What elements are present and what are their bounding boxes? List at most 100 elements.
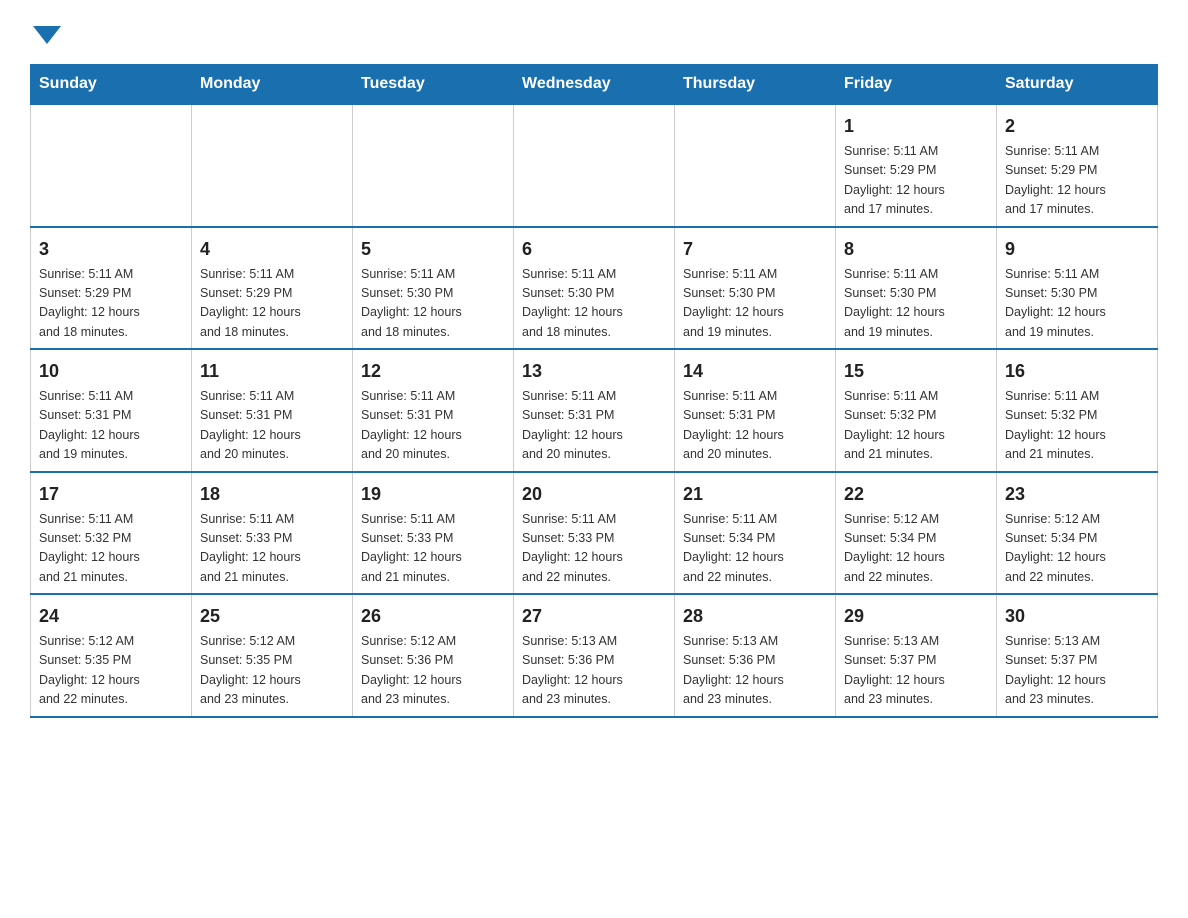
calendar-week-row: 1Sunrise: 5:11 AM Sunset: 5:29 PM Daylig… [31, 104, 1158, 227]
day-number: 26 [361, 603, 505, 630]
day-info: Sunrise: 5:11 AM Sunset: 5:31 PM Dayligh… [683, 387, 827, 465]
calendar-cell: 5Sunrise: 5:11 AM Sunset: 5:30 PM Daylig… [353, 227, 514, 350]
calendar-cell [353, 104, 514, 227]
day-info: Sunrise: 5:11 AM Sunset: 5:30 PM Dayligh… [522, 265, 666, 343]
day-info: Sunrise: 5:11 AM Sunset: 5:31 PM Dayligh… [200, 387, 344, 465]
day-number: 18 [200, 481, 344, 508]
day-info: Sunrise: 5:11 AM Sunset: 5:30 PM Dayligh… [844, 265, 988, 343]
day-number: 13 [522, 358, 666, 385]
day-number: 30 [1005, 603, 1149, 630]
day-number: 6 [522, 236, 666, 263]
page-header [30, 20, 1158, 44]
day-info: Sunrise: 5:11 AM Sunset: 5:31 PM Dayligh… [39, 387, 183, 465]
calendar-cell: 16Sunrise: 5:11 AM Sunset: 5:32 PM Dayli… [997, 349, 1158, 472]
calendar-cell: 6Sunrise: 5:11 AM Sunset: 5:30 PM Daylig… [514, 227, 675, 350]
day-info: Sunrise: 5:11 AM Sunset: 5:30 PM Dayligh… [1005, 265, 1149, 343]
weekday-header-tuesday: Tuesday [353, 65, 514, 105]
day-number: 11 [200, 358, 344, 385]
day-number: 19 [361, 481, 505, 508]
calendar-cell: 14Sunrise: 5:11 AM Sunset: 5:31 PM Dayli… [675, 349, 836, 472]
calendar-cell: 1Sunrise: 5:11 AM Sunset: 5:29 PM Daylig… [836, 104, 997, 227]
calendar-cell: 25Sunrise: 5:12 AM Sunset: 5:35 PM Dayli… [192, 594, 353, 717]
day-info: Sunrise: 5:12 AM Sunset: 5:34 PM Dayligh… [844, 510, 988, 588]
day-info: Sunrise: 5:13 AM Sunset: 5:37 PM Dayligh… [1005, 632, 1149, 710]
weekday-header-saturday: Saturday [997, 65, 1158, 105]
calendar-cell [514, 104, 675, 227]
day-info: Sunrise: 5:11 AM Sunset: 5:29 PM Dayligh… [39, 265, 183, 343]
calendar-cell: 21Sunrise: 5:11 AM Sunset: 5:34 PM Dayli… [675, 472, 836, 595]
day-info: Sunrise: 5:13 AM Sunset: 5:36 PM Dayligh… [683, 632, 827, 710]
calendar-cell: 11Sunrise: 5:11 AM Sunset: 5:31 PM Dayli… [192, 349, 353, 472]
day-number: 25 [200, 603, 344, 630]
calendar-cell: 27Sunrise: 5:13 AM Sunset: 5:36 PM Dayli… [514, 594, 675, 717]
day-number: 12 [361, 358, 505, 385]
day-info: Sunrise: 5:11 AM Sunset: 5:33 PM Dayligh… [522, 510, 666, 588]
calendar-cell: 3Sunrise: 5:11 AM Sunset: 5:29 PM Daylig… [31, 227, 192, 350]
day-info: Sunrise: 5:11 AM Sunset: 5:33 PM Dayligh… [361, 510, 505, 588]
weekday-header-sunday: Sunday [31, 65, 192, 105]
day-info: Sunrise: 5:11 AM Sunset: 5:29 PM Dayligh… [1005, 142, 1149, 220]
calendar-cell: 23Sunrise: 5:12 AM Sunset: 5:34 PM Dayli… [997, 472, 1158, 595]
calendar-week-row: 10Sunrise: 5:11 AM Sunset: 5:31 PM Dayli… [31, 349, 1158, 472]
day-info: Sunrise: 5:13 AM Sunset: 5:37 PM Dayligh… [844, 632, 988, 710]
day-info: Sunrise: 5:12 AM Sunset: 5:35 PM Dayligh… [200, 632, 344, 710]
calendar-table: SundayMondayTuesdayWednesdayThursdayFrid… [30, 64, 1158, 718]
day-info: Sunrise: 5:11 AM Sunset: 5:32 PM Dayligh… [844, 387, 988, 465]
day-number: 3 [39, 236, 183, 263]
day-number: 27 [522, 603, 666, 630]
calendar-cell: 7Sunrise: 5:11 AM Sunset: 5:30 PM Daylig… [675, 227, 836, 350]
calendar-cell: 24Sunrise: 5:12 AM Sunset: 5:35 PM Dayli… [31, 594, 192, 717]
day-number: 9 [1005, 236, 1149, 263]
calendar-cell: 18Sunrise: 5:11 AM Sunset: 5:33 PM Dayli… [192, 472, 353, 595]
day-info: Sunrise: 5:11 AM Sunset: 5:30 PM Dayligh… [361, 265, 505, 343]
day-number: 28 [683, 603, 827, 630]
day-number: 4 [200, 236, 344, 263]
calendar-week-row: 17Sunrise: 5:11 AM Sunset: 5:32 PM Dayli… [31, 472, 1158, 595]
calendar-cell: 22Sunrise: 5:12 AM Sunset: 5:34 PM Dayli… [836, 472, 997, 595]
calendar-cell: 2Sunrise: 5:11 AM Sunset: 5:29 PM Daylig… [997, 104, 1158, 227]
day-number: 5 [361, 236, 505, 263]
day-info: Sunrise: 5:11 AM Sunset: 5:32 PM Dayligh… [1005, 387, 1149, 465]
calendar-cell: 9Sunrise: 5:11 AM Sunset: 5:30 PM Daylig… [997, 227, 1158, 350]
day-number: 23 [1005, 481, 1149, 508]
day-number: 16 [1005, 358, 1149, 385]
calendar-cell: 29Sunrise: 5:13 AM Sunset: 5:37 PM Dayli… [836, 594, 997, 717]
weekday-header-row: SundayMondayTuesdayWednesdayThursdayFrid… [31, 65, 1158, 105]
weekday-header-friday: Friday [836, 65, 997, 105]
calendar-cell: 4Sunrise: 5:11 AM Sunset: 5:29 PM Daylig… [192, 227, 353, 350]
day-number: 29 [844, 603, 988, 630]
calendar-cell: 28Sunrise: 5:13 AM Sunset: 5:36 PM Dayli… [675, 594, 836, 717]
calendar-week-row: 24Sunrise: 5:12 AM Sunset: 5:35 PM Dayli… [31, 594, 1158, 717]
day-info: Sunrise: 5:11 AM Sunset: 5:33 PM Dayligh… [200, 510, 344, 588]
day-number: 22 [844, 481, 988, 508]
day-number: 2 [1005, 113, 1149, 140]
day-info: Sunrise: 5:13 AM Sunset: 5:36 PM Dayligh… [522, 632, 666, 710]
calendar-cell: 10Sunrise: 5:11 AM Sunset: 5:31 PM Dayli… [31, 349, 192, 472]
calendar-cell [31, 104, 192, 227]
calendar-cell: 13Sunrise: 5:11 AM Sunset: 5:31 PM Dayli… [514, 349, 675, 472]
calendar-cell: 19Sunrise: 5:11 AM Sunset: 5:33 PM Dayli… [353, 472, 514, 595]
calendar-cell: 30Sunrise: 5:13 AM Sunset: 5:37 PM Dayli… [997, 594, 1158, 717]
day-number: 14 [683, 358, 827, 385]
day-info: Sunrise: 5:12 AM Sunset: 5:36 PM Dayligh… [361, 632, 505, 710]
day-info: Sunrise: 5:11 AM Sunset: 5:29 PM Dayligh… [844, 142, 988, 220]
day-info: Sunrise: 5:11 AM Sunset: 5:34 PM Dayligh… [683, 510, 827, 588]
calendar-cell: 26Sunrise: 5:12 AM Sunset: 5:36 PM Dayli… [353, 594, 514, 717]
day-number: 21 [683, 481, 827, 508]
day-number: 1 [844, 113, 988, 140]
day-info: Sunrise: 5:12 AM Sunset: 5:34 PM Dayligh… [1005, 510, 1149, 588]
calendar-cell: 17Sunrise: 5:11 AM Sunset: 5:32 PM Dayli… [31, 472, 192, 595]
day-number: 7 [683, 236, 827, 263]
logo [30, 20, 61, 44]
day-info: Sunrise: 5:12 AM Sunset: 5:35 PM Dayligh… [39, 632, 183, 710]
day-info: Sunrise: 5:11 AM Sunset: 5:30 PM Dayligh… [683, 265, 827, 343]
weekday-header-thursday: Thursday [675, 65, 836, 105]
day-number: 10 [39, 358, 183, 385]
calendar-cell: 15Sunrise: 5:11 AM Sunset: 5:32 PM Dayli… [836, 349, 997, 472]
day-info: Sunrise: 5:11 AM Sunset: 5:31 PM Dayligh… [361, 387, 505, 465]
day-info: Sunrise: 5:11 AM Sunset: 5:29 PM Dayligh… [200, 265, 344, 343]
calendar-week-row: 3Sunrise: 5:11 AM Sunset: 5:29 PM Daylig… [31, 227, 1158, 350]
logo-arrow-icon [33, 26, 61, 44]
day-number: 17 [39, 481, 183, 508]
day-number: 24 [39, 603, 183, 630]
